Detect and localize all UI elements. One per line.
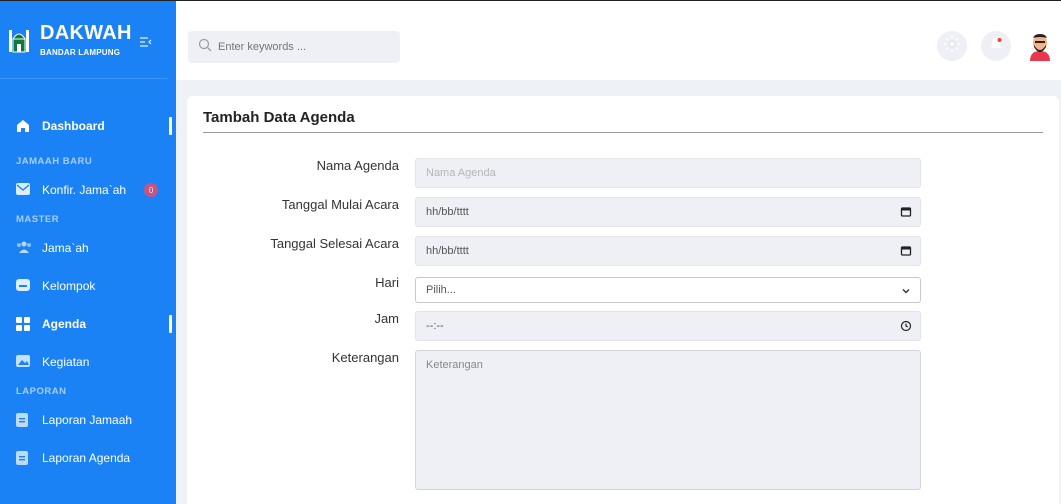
section-jamaah-baru: JAMAAH BARU [16,156,93,167]
notification-count-badge: 0 [144,183,159,197]
section-laporan: LAPORAN [16,386,67,397]
brand[interactable]: DAKWAH BANDAR LAMPUNG [0,1,168,79]
sidebar-item-label: Dashboard [42,119,105,133]
sidebar-nav: Dashboard JAMAAH BARU Konfir. Jama`ah 0 … [0,107,176,477]
calendar-icon[interactable] [900,245,912,257]
hari-label: Hari [375,275,399,290]
search-icon [198,38,212,57]
tanggal-selesai-value: hh/bb/tttt [426,245,469,257]
envelope-icon [16,183,32,197]
sidebar-item-agenda[interactable]: Agenda [0,305,176,343]
jam-value: --:-- [426,320,444,332]
active-indicator [169,117,172,135]
mosque-logo-icon [8,27,30,53]
sidebar-item-dashboard[interactable]: Dashboard [0,107,176,145]
tanggal-selesai-label: Tanggal Selesai Acara [270,236,399,251]
sidebar-item-label: Kegiatan [42,355,90,369]
hari-select[interactable]: Pilih... [415,277,921,303]
sidebar: DAKWAH BANDAR LAMPUNG Dashboard JAMAAH B… [0,0,176,504]
nama-agenda-field[interactable]: Nama Agenda [415,158,921,188]
sidebar-item-label: Laporan Jamaah [42,413,133,427]
title-divider [203,132,1043,133]
image-icon [16,355,32,369]
sidebar-item-label: Konfir. Jama`ah [42,183,127,197]
top-header [176,0,1061,80]
sidebar-item-laporan-agenda[interactable]: Laporan Agenda [0,439,176,477]
calendar-icon[interactable] [900,206,912,218]
sidebar-item-label: Kelompok [42,279,96,293]
sidebar-item-kelompok[interactable]: Kelompok [0,267,176,305]
page-title: Tambah Data Agenda [203,109,355,126]
users-icon [16,241,32,255]
search-box[interactable] [188,31,400,63]
tanggal-mulai-label: Tanggal Mulai Acara [281,197,399,212]
nama-agenda-placeholder: Nama Agenda [426,167,496,179]
notification-button[interactable] [981,31,1011,61]
home-icon [16,119,32,133]
sidebar-item-label: Agenda [42,317,87,331]
avatar[interactable] [1025,31,1055,61]
keterangan-textarea[interactable]: Keterangan [415,350,921,490]
document-icon [16,413,32,427]
top-actions [923,31,1055,61]
brand-subtitle: BANDAR LAMPUNG [40,48,121,57]
tanggal-mulai-field[interactable]: hh/bb/tttt [415,197,921,227]
grid-icon [16,317,32,331]
sidebar-item-laporan-jamaah[interactable]: Laporan Jamaah [0,401,176,439]
bell-icon [989,37,1003,56]
clock-icon[interactable] [900,320,912,332]
tanggal-mulai-value: hh/bb/tttt [426,206,469,218]
form-card: Tambah Data Agenda Nama Agenda Nama Agen… [187,96,1059,504]
active-indicator [169,315,172,333]
nama-agenda-label: Nama Agenda [316,158,399,173]
sun-icon [944,35,960,57]
sidebar-item-label: Laporan Agenda [42,451,131,465]
chevron-down-icon [900,285,912,297]
sidebar-item-jamaah[interactable]: Jama`ah [0,229,176,267]
sidebar-item-konfirmasi[interactable]: Konfir. Jama`ah 0 [0,171,176,209]
section-master: MASTER [16,214,60,225]
tanggal-selesai-field[interactable]: hh/bb/tttt [415,236,921,266]
theme-toggle-button[interactable] [937,31,967,61]
group-icon [16,279,32,293]
sidebar-item-label: Jama`ah [42,241,89,255]
keterangan-placeholder: Keterangan [426,359,483,371]
jam-field[interactable]: --:-- [415,311,921,341]
document-icon [16,451,32,465]
hari-selected-value: Pilih... [426,284,456,296]
brand-title: DAKWAH [40,22,132,44]
jam-label: Jam [374,311,399,326]
search-input[interactable] [218,41,388,53]
sidebar-item-kegiatan[interactable]: Kegiatan [0,343,176,381]
sidebar-toggle-icon[interactable] [139,36,152,50]
keterangan-label: Keterangan [331,350,399,365]
